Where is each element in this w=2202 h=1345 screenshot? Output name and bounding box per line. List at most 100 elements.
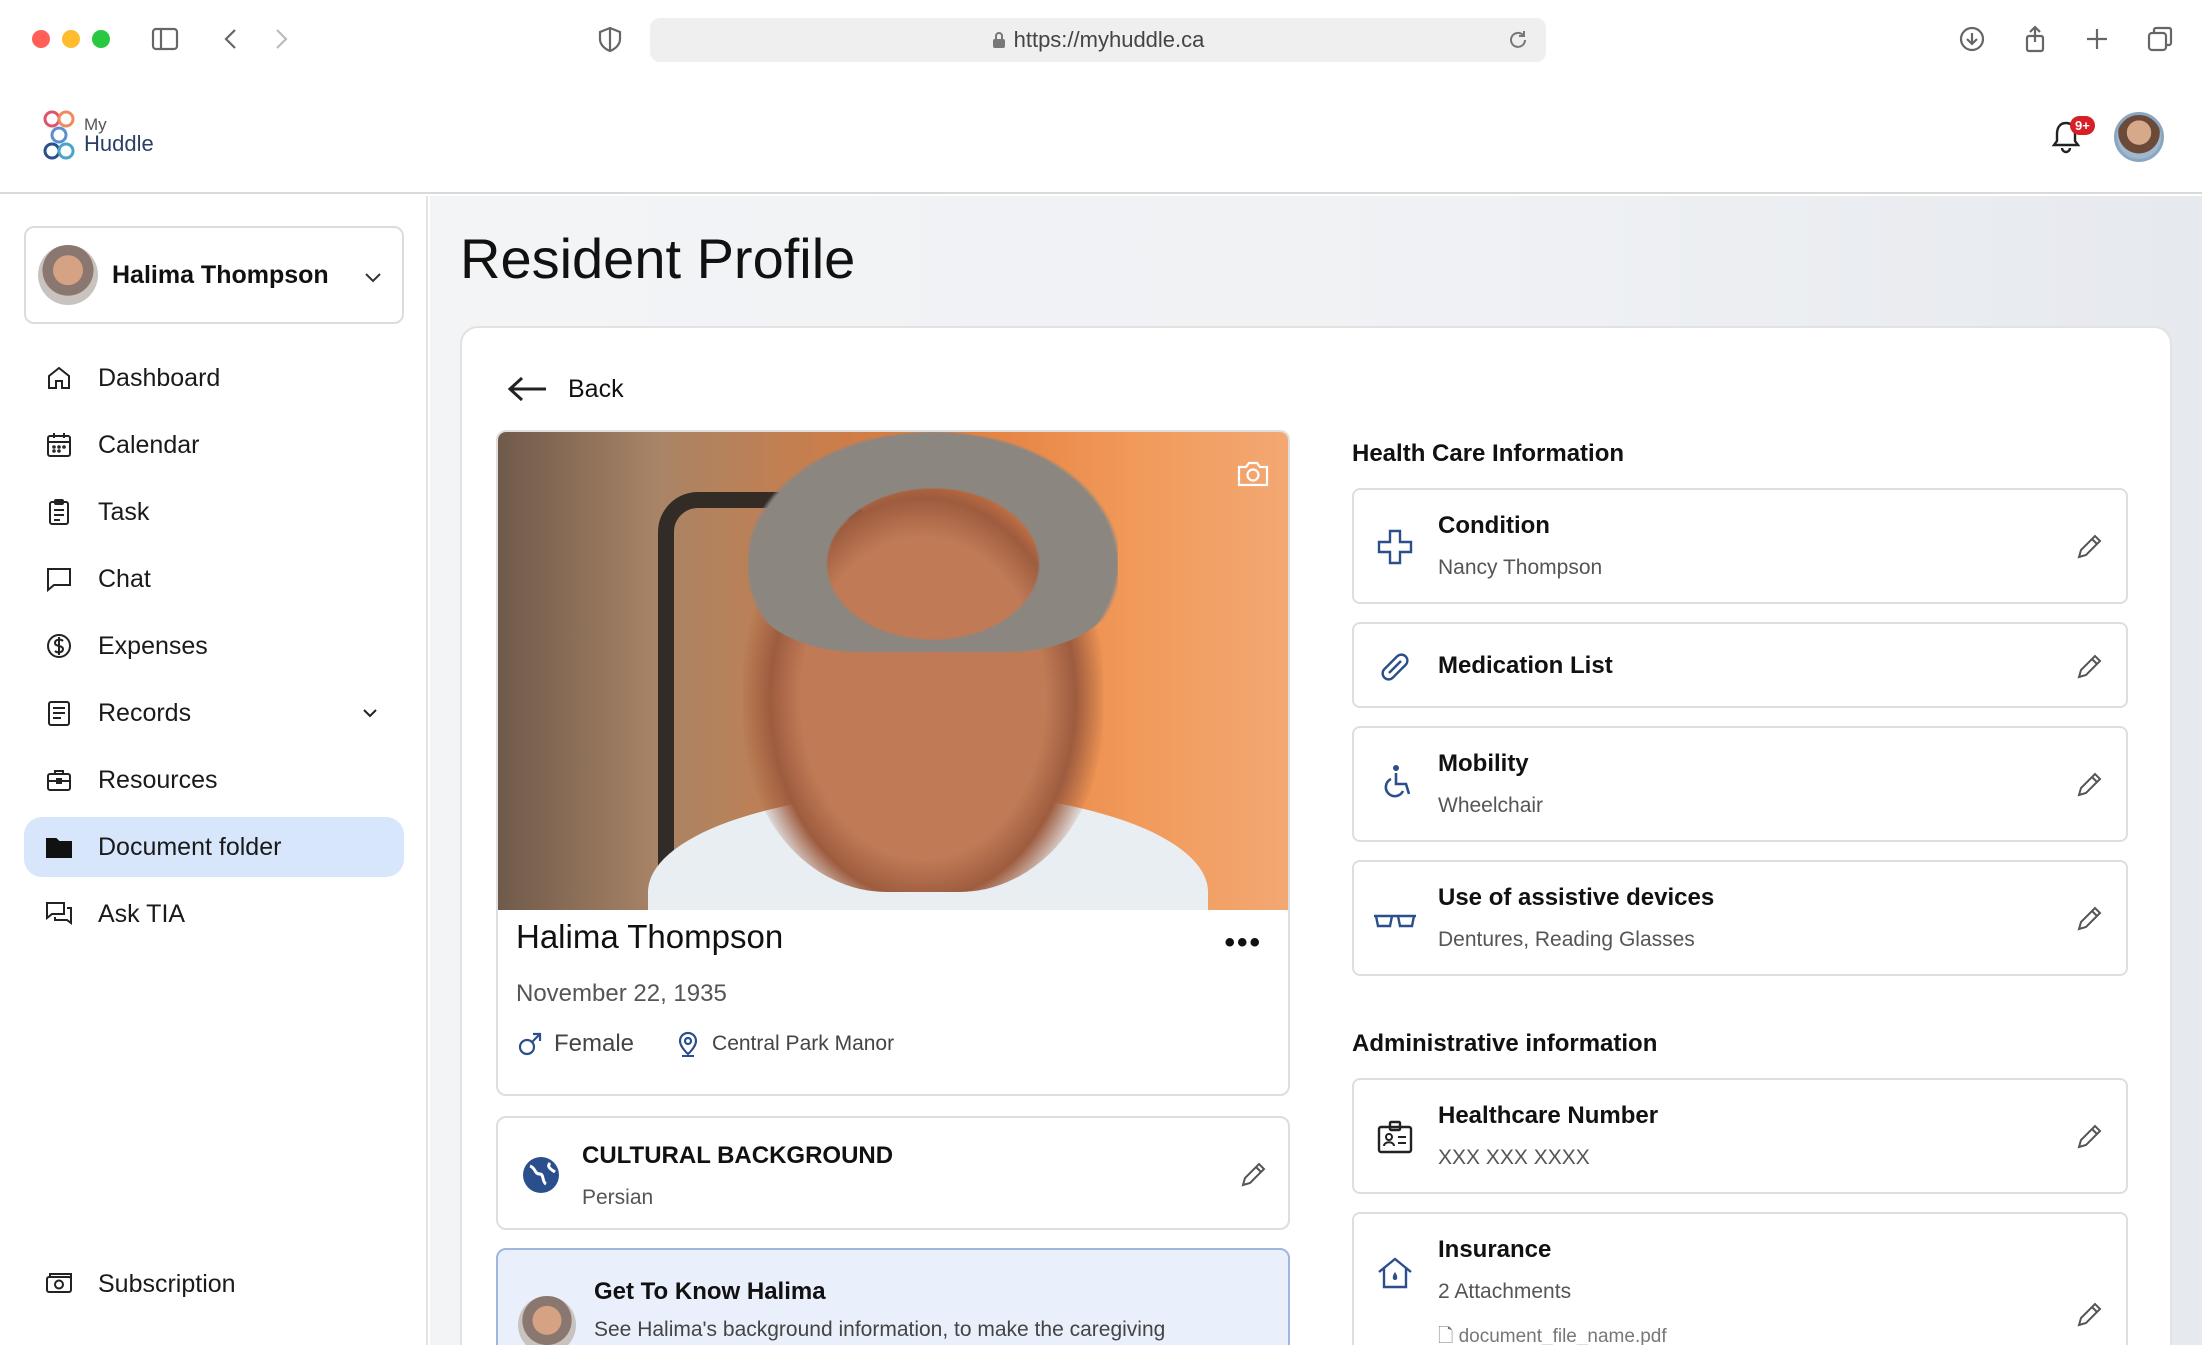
profile-meta: Female Central Park Manor (516, 1030, 894, 1058)
male-gender-icon (518, 1032, 542, 1056)
gender-text: Female (554, 1030, 635, 1057)
mobility-value: Wheelchair (1438, 794, 1544, 817)
condition-card[interactable]: Condition Nancy Thompson (1352, 488, 2128, 604)
insurance-title: Insurance (1438, 1236, 1552, 1263)
mobility-card[interactable]: Mobility Wheelchair (1352, 726, 2128, 842)
minimize-window-button[interactable] (62, 30, 80, 48)
sidebar-item-resources[interactable]: Resources (24, 750, 404, 810)
forward-arrow-icon[interactable] (264, 22, 298, 56)
back-arrow-icon[interactable] (214, 22, 248, 56)
wheelchair-icon (1384, 765, 1411, 798)
resident-photo (498, 432, 1288, 910)
sidebar-bottom-nav: Subscription (24, 1254, 404, 1321)
sidebar-item-label: Ask TIA (98, 899, 186, 928)
resident-selector[interactable]: Halima Thompson (24, 226, 404, 324)
dollar-icon (47, 634, 71, 658)
assistive-devices-title: Use of assistive devices (1438, 884, 1715, 911)
user-avatar[interactable] (2114, 112, 2164, 162)
sidebar-item-label: Expenses (98, 631, 208, 660)
browser-chrome: https://myhuddle.ca (0, 0, 2202, 80)
notification-badge: 9+ (2070, 116, 2095, 135)
sidebar-item-calendar[interactable]: Calendar (24, 415, 404, 475)
cultural-background-card[interactable]: CULTURAL BACKGROUND Persian (496, 1116, 1290, 1230)
assistive-devices-card[interactable]: Use of assistive devices Dentures, Readi… (1352, 860, 2128, 976)
sidebar-item-chat[interactable]: Chat (24, 549, 404, 609)
edit-pencil-icon[interactable] (2074, 770, 2104, 800)
camera-icon[interactable] (1236, 458, 1270, 488)
edit-pencil-icon[interactable] (2074, 904, 2104, 934)
sidebar-item-task[interactable]: Task (24, 482, 404, 542)
sidebar-item-label: Dashboard (98, 363, 221, 392)
sidebar-item-label: Calendar (98, 430, 200, 459)
sidebar-item-records[interactable]: Records (24, 683, 404, 743)
resident-avatar (518, 1296, 576, 1345)
shield-icon[interactable] (593, 22, 627, 56)
insurance-card[interactable]: Insurance 2 Attachments 🗋 document_file_… (1352, 1212, 2128, 1345)
cultural-background-title: CULTURAL BACKGROUND (582, 1142, 894, 1169)
edit-pencil-icon[interactable] (2074, 1122, 2104, 1152)
logo-mark-icon (43, 110, 75, 160)
share-icon[interactable] (2018, 22, 2052, 56)
money-icon (46, 1273, 72, 1293)
information-column: Health Care Information Condition Nancy … (1352, 440, 2128, 1345)
globe-icon (523, 1157, 559, 1193)
home-icon (48, 366, 70, 389)
arrow-left-icon (507, 376, 546, 402)
edit-pencil-icon[interactable] (1238, 1160, 1268, 1190)
sidebar-item-label: Records (98, 698, 192, 727)
get-to-know-card[interactable]: Get To Know Halima See Halima's backgrou… (496, 1248, 1290, 1345)
insurance-file[interactable]: 🗋 document_file_name.pdf (1438, 1322, 1667, 1345)
chevron-down-icon[interactable] (360, 703, 380, 723)
edit-pencil-icon[interactable] (2074, 1300, 2104, 1330)
profile-column: Halima Thompson ••• November 22, 1935 Fe… (496, 430, 1290, 1345)
chevron-down-icon (365, 273, 381, 283)
close-window-button[interactable] (32, 30, 50, 48)
address-bar[interactable]: https://myhuddle.ca (650, 18, 1546, 62)
medication-list-card[interactable]: Medication List (1352, 622, 2128, 708)
glasses-icon (1374, 914, 1416, 928)
healthcare-number-value: XXX XXX XXXX (1438, 1146, 1590, 1169)
sidebar-item-ask-tia[interactable]: Ask TIA (24, 884, 404, 944)
sidebar-item-subscription[interactable]: Subscription (24, 1254, 404, 1314)
sidebar-item-label: Task (98, 497, 150, 526)
mobility-title: Mobility (1438, 750, 1529, 777)
location-text: Central Park Manor (712, 1032, 895, 1055)
administrative-section-title: Administrative information (1352, 1030, 1658, 1057)
sidebar-item-document-folder[interactable]: Document folder (24, 817, 404, 877)
sidebar-item-label: Document folder (98, 832, 282, 861)
download-icon[interactable] (1955, 22, 1989, 56)
resident-name: Halima Thompson (112, 260, 329, 289)
resident-avatar (38, 245, 98, 305)
url-text: https://myhuddle.ca (1013, 27, 1205, 52)
myhuddle-logo[interactable]: My Huddle (42, 110, 154, 160)
condition-value: Nancy Thompson (1438, 556, 1603, 579)
sidebar-toggle-icon[interactable] (148, 22, 182, 56)
back-button[interactable]: Back (506, 374, 624, 404)
healthcare-number-title: Healthcare Number (1438, 1102, 1659, 1129)
pill-icon (1381, 653, 1409, 681)
maximize-window-button[interactable] (92, 30, 110, 48)
edit-pencil-icon[interactable] (2074, 652, 2104, 682)
ask-chat-icon (46, 902, 72, 925)
tabs-overview-icon[interactable] (2143, 22, 2177, 56)
clipboard-icon (49, 499, 69, 525)
sidebar-item-label: Resources (98, 765, 218, 794)
assistive-devices-value: Dentures, Reading Glasses (1438, 928, 1695, 951)
location-pin-icon (678, 1031, 698, 1057)
edit-pencil-icon[interactable] (2074, 532, 2104, 562)
reload-icon[interactable] (1506, 28, 1530, 52)
id-card-icon (1377, 1120, 1413, 1154)
logo-my: My (84, 114, 107, 134)
lock-icon (992, 32, 1005, 48)
folder-icon (46, 838, 72, 858)
sidebar-item-dashboard[interactable]: Dashboard (24, 348, 404, 408)
new-tab-icon[interactable] (2080, 22, 2114, 56)
chat-icon (47, 568, 71, 593)
healthcare-number-card[interactable]: Healthcare Number XXX XXX XXXX (1352, 1078, 2128, 1194)
sidebar-nav: Dashboard Calendar Task Chat Expenses Re… (24, 348, 404, 951)
insurance-value: 2 Attachments (1438, 1280, 1572, 1303)
sidebar-item-expenses[interactable]: Expenses (24, 616, 404, 676)
more-options-icon[interactable]: ••• (1224, 926, 1262, 960)
resident-profile-card: Back Halima Thompson ••• November 22, 19… (460, 326, 2172, 1345)
photo-hair (748, 432, 1118, 652)
